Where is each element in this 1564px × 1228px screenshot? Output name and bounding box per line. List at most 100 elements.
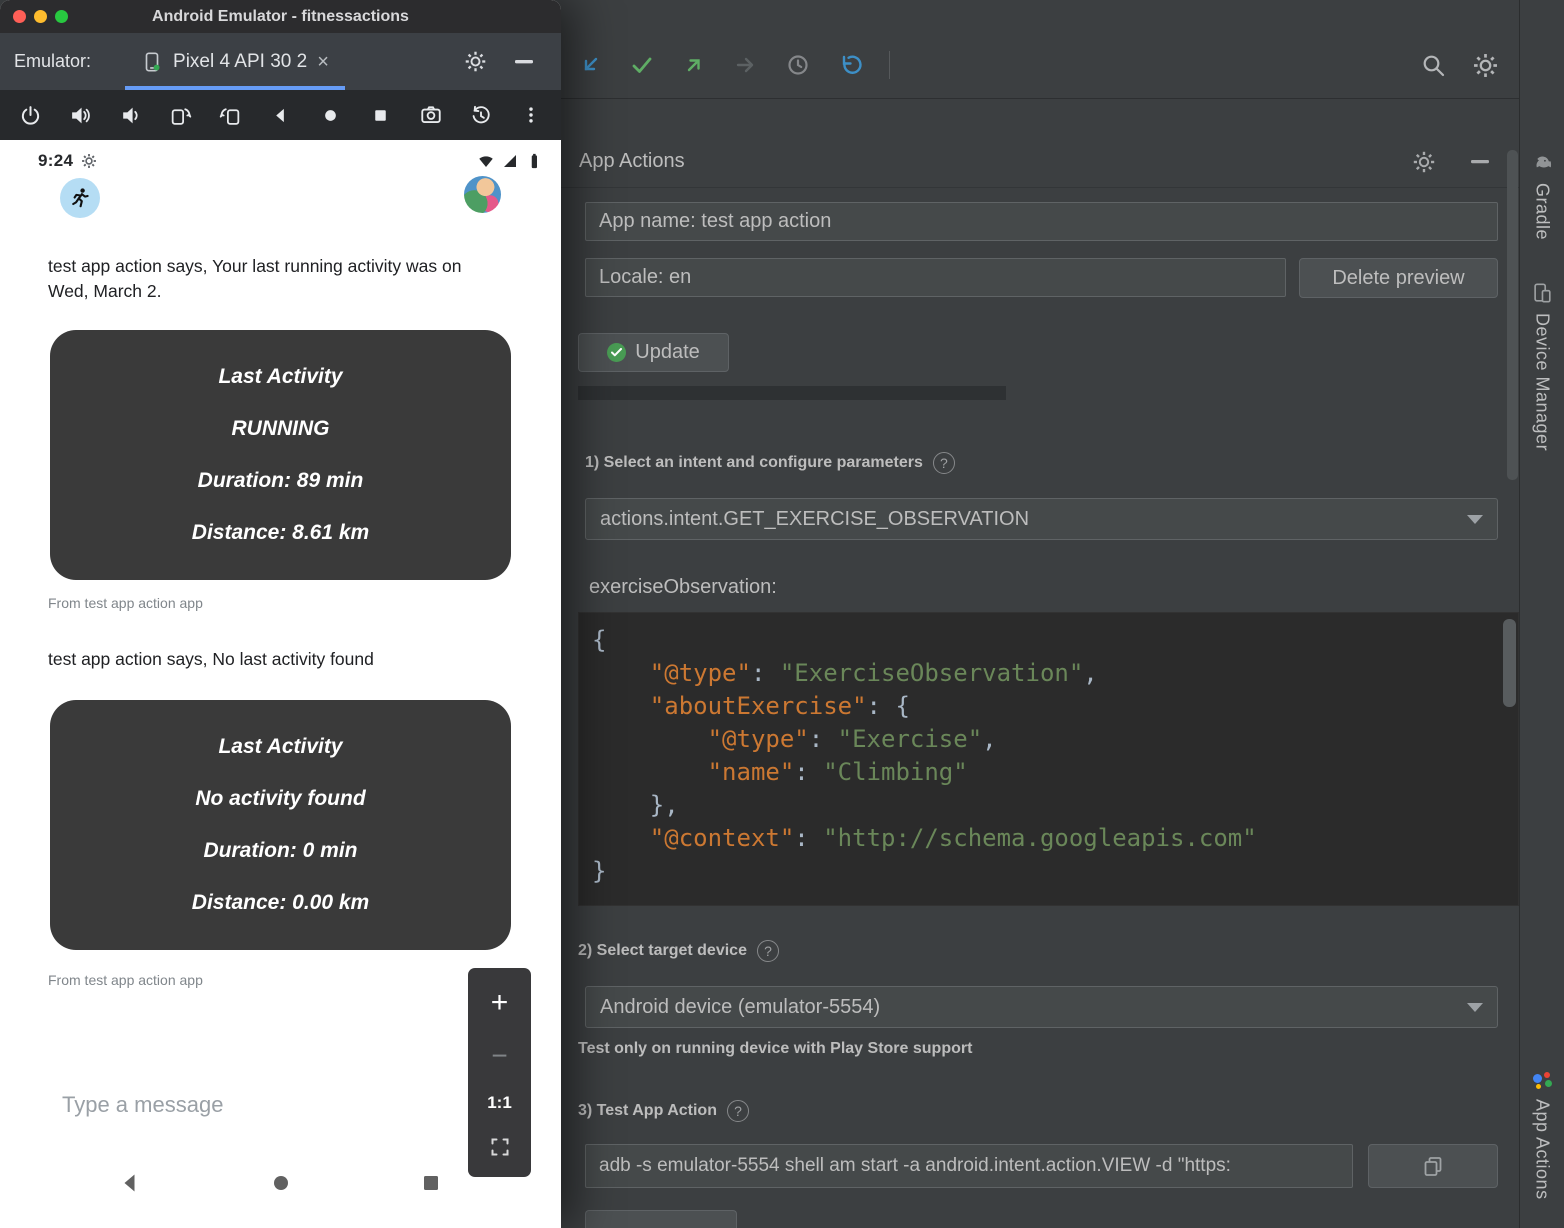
snapshots-button[interactable] bbox=[468, 102, 494, 128]
status-right-icons bbox=[477, 152, 543, 170]
zoom-out-button[interactable]: − bbox=[491, 1042, 507, 1070]
json-parameter-editor[interactable]: { "@type": "ExerciseObservation", "about… bbox=[578, 612, 1519, 906]
volume-down-button[interactable] bbox=[117, 102, 143, 128]
target-device-dropdown[interactable]: Android device (emulator-5554) bbox=[585, 986, 1498, 1028]
app-actions-panel-header: App Actions bbox=[561, 136, 1519, 188]
device-manager-icon bbox=[1531, 282, 1553, 304]
emulator-toolbar bbox=[0, 90, 561, 140]
panel-gear-icon[interactable] bbox=[1409, 147, 1439, 177]
zoom-ratio-button[interactable]: 1:1 bbox=[487, 1093, 512, 1113]
card-line: No activity found bbox=[50, 787, 511, 811]
section-3-label: 3) Test App Action bbox=[578, 1100, 749, 1122]
history-clock-icon[interactable] bbox=[783, 50, 813, 80]
message-caption-2: From test app action app bbox=[48, 972, 203, 988]
tab-close-icon[interactable]: × bbox=[317, 52, 329, 72]
zoom-in-button[interactable]: + bbox=[491, 988, 509, 1018]
gradle-icon bbox=[1531, 152, 1553, 174]
emulator-panel-label: Emulator: bbox=[14, 51, 91, 72]
json-code: { "@type": "ExerciseObservation", "about… bbox=[579, 613, 1518, 905]
emulator-settings-gear-icon[interactable] bbox=[464, 50, 487, 73]
card-line: Distance: 0.00 km bbox=[50, 891, 511, 915]
adb-command-value: adb -s emulator-5554 shell am start -a a… bbox=[599, 1155, 1231, 1177]
section-2-text: 2) Select target device bbox=[578, 942, 747, 960]
nav-home-button[interactable] bbox=[269, 1171, 293, 1195]
search-icon[interactable] bbox=[1418, 50, 1448, 80]
studio-main-toolbar bbox=[561, 0, 1564, 99]
card-line: RUNNING bbox=[50, 417, 511, 441]
nav-overview-button[interactable] bbox=[419, 1171, 443, 1195]
card-line: Duration: 89 min bbox=[50, 469, 511, 493]
sidebar-tab-gradle[interactable]: Gradle bbox=[1520, 152, 1564, 240]
studio-right-sidebar: Gradle Device Manager App Actions bbox=[1519, 0, 1564, 1228]
rotate-right-button[interactable] bbox=[217, 102, 243, 128]
emulator-window: Android Emulator - fitnessactions Emulat… bbox=[0, 0, 561, 1228]
status-gear-icon bbox=[81, 153, 97, 169]
update-label: Update bbox=[635, 341, 700, 364]
close-window-button[interactable] bbox=[13, 10, 26, 23]
attach-arrow-icon[interactable] bbox=[575, 50, 605, 80]
traffic-lights bbox=[0, 10, 68, 23]
adb-command-field[interactable]: adb -s emulator-5554 shell am start -a a… bbox=[585, 1144, 1353, 1188]
screenshot-root: App Actions App name: test app action Lo… bbox=[0, 0, 1564, 1228]
zoom-window-button[interactable] bbox=[55, 10, 68, 23]
locale-field[interactable]: Locale: en bbox=[585, 258, 1286, 297]
section-1-label: 1) Select an intent and configure parame… bbox=[585, 452, 955, 474]
compose-input[interactable]: Type a message bbox=[62, 1092, 223, 1118]
app-name-field[interactable]: App name: test app action bbox=[585, 202, 1498, 241]
battery-icon bbox=[525, 152, 543, 170]
assistant-message-1: test app action says, Your last running … bbox=[48, 254, 468, 304]
launch-arrow-icon[interactable] bbox=[679, 50, 709, 80]
dropdown-arrow-icon bbox=[1467, 1003, 1483, 1012]
minimize-window-button[interactable] bbox=[34, 10, 47, 23]
help-icon[interactable] bbox=[757, 940, 779, 962]
intent-dropdown[interactable]: actions.intent.GET_EXERCISE_OBSERVATION bbox=[585, 498, 1498, 540]
run-app-action-button-partial[interactable] bbox=[585, 1210, 737, 1228]
update-button[interactable]: Update bbox=[578, 333, 729, 372]
dropdown-arrow-icon bbox=[1467, 515, 1483, 524]
camera-button[interactable] bbox=[418, 102, 444, 128]
toolbar-left-group bbox=[575, 44, 892, 86]
card-line: Distance: 8.61 km bbox=[50, 521, 511, 545]
overview-button[interactable] bbox=[368, 102, 394, 128]
panel-minimize-icon[interactable] bbox=[1465, 147, 1495, 177]
device-tab-icon bbox=[141, 51, 163, 73]
emulator-tab-bar: Emulator: Pixel 4 API 30 2 × bbox=[0, 33, 561, 90]
panel-title: App Actions bbox=[579, 150, 685, 173]
card-line: Last Activity bbox=[50, 735, 511, 759]
assistant-message-2: test app action says, No last activity f… bbox=[48, 647, 508, 672]
phone-screen: 9:24 bbox=[0, 140, 561, 1228]
device-tab-label: Pixel 4 API 30 2 bbox=[173, 51, 307, 73]
forward-arrow-icon[interactable] bbox=[731, 50, 761, 80]
apply-check-icon[interactable] bbox=[627, 50, 657, 80]
panel-scrollbar-thumb[interactable] bbox=[1507, 150, 1518, 480]
sidebar-tab-device-manager[interactable]: Device Manager bbox=[1520, 282, 1564, 451]
power-button[interactable] bbox=[17, 102, 43, 128]
volume-up-button[interactable] bbox=[67, 102, 93, 128]
selected-text-bar bbox=[578, 386, 1006, 400]
back-button[interactable] bbox=[267, 102, 293, 128]
rotate-left-button[interactable] bbox=[167, 102, 193, 128]
section-3-text: 3) Test App Action bbox=[578, 1102, 717, 1120]
runner-icon bbox=[68, 186, 92, 210]
copy-icon bbox=[1421, 1154, 1445, 1178]
emulator-device-tab[interactable]: Pixel 4 API 30 2 × bbox=[125, 33, 345, 90]
help-icon[interactable] bbox=[727, 1100, 749, 1122]
settings-gear-icon[interactable] bbox=[1470, 50, 1500, 80]
delete-preview-button[interactable]: Delete preview bbox=[1299, 258, 1498, 298]
undo-icon[interactable] bbox=[835, 50, 865, 80]
sidebar-app-actions-label: App Actions bbox=[1532, 1099, 1553, 1200]
nav-back-button[interactable] bbox=[118, 1171, 142, 1195]
emulator-minimize-icon[interactable] bbox=[515, 60, 533, 64]
delete-preview-label: Delete preview bbox=[1332, 267, 1464, 290]
help-icon[interactable] bbox=[933, 452, 955, 474]
zoom-control-panel: + − 1:1 bbox=[468, 968, 531, 1177]
sidebar-tab-app-actions[interactable]: App Actions bbox=[1520, 1070, 1564, 1200]
section-2-label: 2) Select target device bbox=[578, 940, 779, 962]
section-1-text: 1) Select an intent and configure parame… bbox=[585, 454, 923, 472]
home-button[interactable] bbox=[318, 102, 344, 128]
message-caption-1: From test app action app bbox=[48, 595, 203, 611]
panel-scrollbar[interactable] bbox=[1506, 140, 1519, 1228]
more-options-button[interactable] bbox=[518, 102, 544, 128]
sidebar-gradle-label: Gradle bbox=[1532, 183, 1553, 240]
copy-command-button[interactable] bbox=[1368, 1144, 1498, 1188]
